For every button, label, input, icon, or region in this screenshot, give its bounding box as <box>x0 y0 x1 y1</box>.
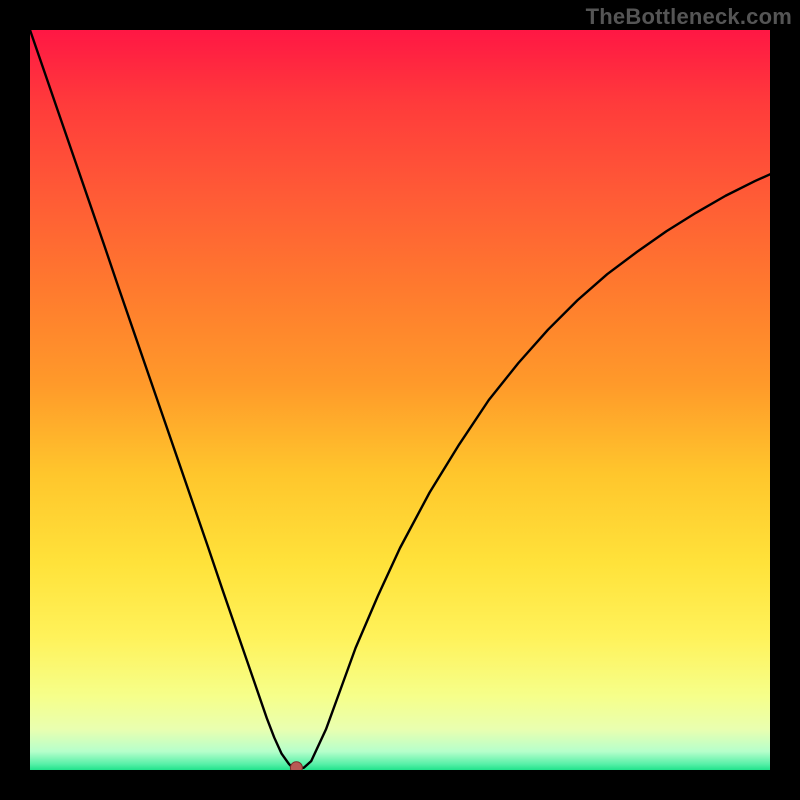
plot-area <box>30 30 770 770</box>
optimal-point-marker <box>290 762 302 770</box>
watermark-text: TheBottleneck.com <box>586 4 792 30</box>
gradient-background <box>30 30 770 770</box>
bottleneck-curve-svg <box>30 30 770 770</box>
chart-container: TheBottleneck.com <box>0 0 800 800</box>
